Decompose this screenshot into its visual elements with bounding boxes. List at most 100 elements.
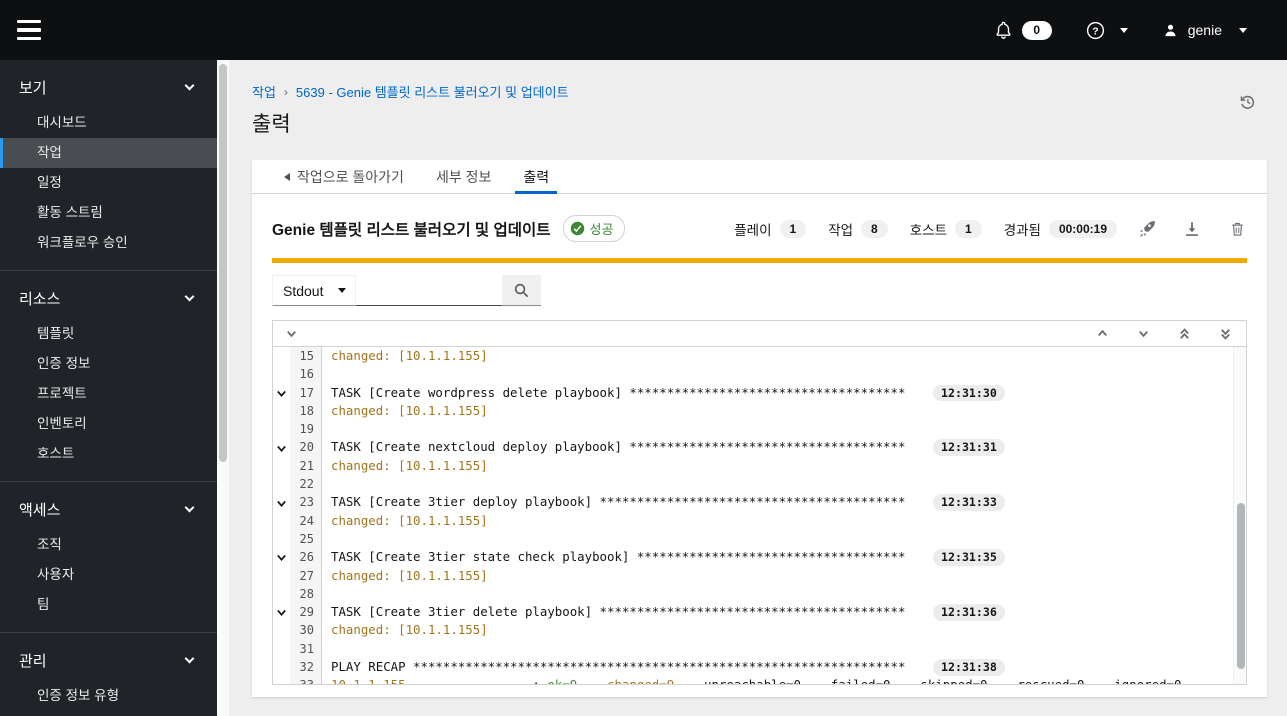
line-number: 19 [290, 420, 322, 439]
expand-toggle-empty [273, 457, 290, 475]
page-title: 출력 [252, 113, 291, 136]
log-row: 3310.1.1.155 : ok=9 changed=9 unreachabl… [273, 676, 1233, 684]
user-menu[interactable]: genie [1162, 22, 1247, 39]
sidebar-item-dashboard[interactable]: 대시보드 [0, 108, 217, 138]
job-title: Genie 템플릿 리스트 불러오기 및 업데이트 [272, 221, 551, 239]
history-icon[interactable] [1238, 92, 1258, 112]
sidebar-scrollbar-thumb[interactable] [219, 64, 227, 462]
stdout-search-bar: Stdout [272, 275, 1247, 306]
notifications-group[interactable]: 0 [994, 20, 1052, 40]
collapse-all-icon[interactable] [284, 327, 298, 341]
log-text: changed: [10.1.1.155] [331, 457, 488, 473]
trash-icon[interactable] [1227, 219, 1247, 239]
log-row: 27 changed: [10.1.1.155] [273, 566, 1233, 585]
log-text: TASK [Create 3tier deploy playbook] ****… [331, 494, 906, 510]
help-menu[interactable]: ? [1086, 21, 1128, 40]
previous-match-icon[interactable] [1095, 327, 1109, 341]
nav-section-label: 액세스 [19, 502, 61, 519]
hamburger-menu-icon[interactable] [17, 20, 43, 40]
log-row: 21 changed: [10.1.1.155] [273, 456, 1233, 476]
expand-toggle-empty [273, 475, 290, 493]
log-text: changed: [10.1.1.155] [331, 402, 488, 418]
breadcrumb: 작업 › 5639 - Genie 템플릿 리스트 불러오기 및 업데이트 [252, 82, 569, 101]
scroll-to-top-icon[interactable] [1177, 327, 1191, 341]
log-scrollbar[interactable] [1233, 347, 1246, 684]
search-input[interactable] [356, 275, 502, 306]
expand-toggle-icon[interactable] [273, 548, 290, 566]
sidebar-item-users[interactable]: 사용자 [0, 560, 217, 590]
expand-toggle-icon[interactable] [273, 493, 290, 511]
expand-toggle-icon[interactable] [273, 438, 290, 456]
nav-section-header-resources[interactable]: 리소스 [0, 284, 217, 319]
expand-toggle-empty [273, 658, 290, 676]
scroll-to-bottom-icon[interactable] [1218, 327, 1232, 341]
line-number: 20 [290, 438, 322, 457]
nav-section-access: 액세스조직 사용자 팀 [0, 481, 217, 632]
help-icon[interactable]: ? [1086, 21, 1105, 40]
breadcrumb-jobs-link[interactable]: 작업 [252, 82, 276, 101]
sidebar-item-teams[interactable]: 팀 [0, 590, 217, 620]
sidebar-item-hosts[interactable]: 호스트 [0, 439, 217, 469]
sidebar-item-inventories[interactable]: 인벤토리 [0, 409, 217, 439]
bell-icon[interactable] [994, 20, 1013, 40]
tab-back-label: 작업으로 돌아가기 [297, 168, 404, 185]
sidebar-scrollbar[interactable] [217, 60, 229, 716]
log-row: 29 TASK [Create 3tier delete playbook] **… [273, 603, 1233, 622]
stat-label: 작업 [828, 222, 854, 238]
log-row: 31 [273, 639, 1233, 659]
log-text: changed: [10.1.1.155] [331, 567, 488, 583]
notification-count-badge: 0 [1021, 20, 1052, 40]
nav-section-header-administration[interactable]: 관리 [0, 646, 217, 681]
breadcrumb-current-link[interactable]: 5639 - Genie 템플릿 리스트 불러오기 및 업데이트 [296, 82, 569, 101]
expand-toggle-icon[interactable] [273, 384, 290, 402]
sidebar-item-templates[interactable]: 템플릿 [0, 319, 217, 349]
line-number: 33 [290, 676, 322, 684]
line-number: 17 [290, 383, 322, 402]
log-scrollbar-thumb[interactable] [1236, 503, 1245, 669]
tab-back-to-jobs[interactable]: 작업으로 돌아가기 [268, 160, 420, 193]
line-number: 24 [290, 511, 322, 530]
stat-label: 경과됨 [1003, 222, 1041, 238]
sidebar-item-schedules[interactable]: 일정 [0, 168, 217, 198]
sidebar-item-workflow-approvals[interactable]: 워크플로우 승인 [0, 228, 217, 258]
sidebar-item-credential-types[interactable]: 인증 정보 유형 [0, 681, 217, 711]
expand-toggle-empty [273, 420, 290, 438]
line-number: 29 [290, 603, 322, 622]
event-timestamp: 12:31:33 [933, 494, 1005, 511]
sidebar-item-activity-stream[interactable]: 활동 스트림 [0, 198, 217, 228]
sidebar-item-jobs[interactable]: 작업 [0, 138, 217, 168]
chevron-down-icon [184, 291, 195, 302]
stdout-filter-value: Stdout [283, 282, 324, 299]
relaunch-rocket-icon[interactable] [1137, 219, 1157, 239]
log-text: TASK [Create 3tier state check playbook]… [331, 549, 906, 565]
tab-details[interactable]: 세부 정보 [420, 160, 507, 193]
event-timestamp: 12:31:30 [933, 384, 1005, 402]
line-number: 15 [290, 347, 322, 366]
stdout-filter-select[interactable]: Stdout [272, 275, 356, 306]
sidebar-item-projects[interactable]: 프로젝트 [0, 379, 217, 409]
sidebar-item-organizations[interactable]: 조직 [0, 530, 217, 560]
expand-toggle-empty [273, 512, 290, 530]
log-row: 23 TASK [Create 3tier deploy playbook] **… [273, 493, 1233, 512]
search-button[interactable] [502, 275, 541, 306]
log-row: 17 TASK [Create wordpress delete playbook… [273, 383, 1233, 402]
nav-section-administration: 관리인증 정보 유형알림 [0, 632, 217, 716]
sidebar-nav: 보기 대시보드 작업 일정 활동 스트림 워크플로우 승인 리소스 템플릿 인증 정보 프로젝트 인… [0, 60, 217, 716]
svg-text:?: ? [1092, 26, 1098, 37]
chevron-down-icon [1119, 27, 1128, 33]
log-row: 26 TASK [Create 3tier state check playboo… [273, 548, 1233, 567]
nav-section-header-views[interactable]: 보기 [0, 73, 217, 108]
expand-toggle-icon[interactable] [273, 603, 290, 621]
sidebar-item-notifications[interactable]: 알림 [0, 711, 217, 716]
tab-output[interactable]: 출력 [507, 160, 565, 194]
log-row: 22 [273, 475, 1233, 494]
nav-section-label: 보기 [19, 80, 47, 97]
line-number: 22 [290, 475, 322, 494]
download-icon[interactable] [1182, 219, 1202, 239]
nav-section-header-access[interactable]: 액세스 [0, 495, 217, 530]
next-match-icon[interactable] [1136, 327, 1150, 341]
tab-output-label: 출력 [523, 168, 550, 185]
sidebar-item-credentials[interactable]: 인증 정보 [0, 349, 217, 379]
event-timestamp: 12:31:35 [933, 549, 1005, 566]
